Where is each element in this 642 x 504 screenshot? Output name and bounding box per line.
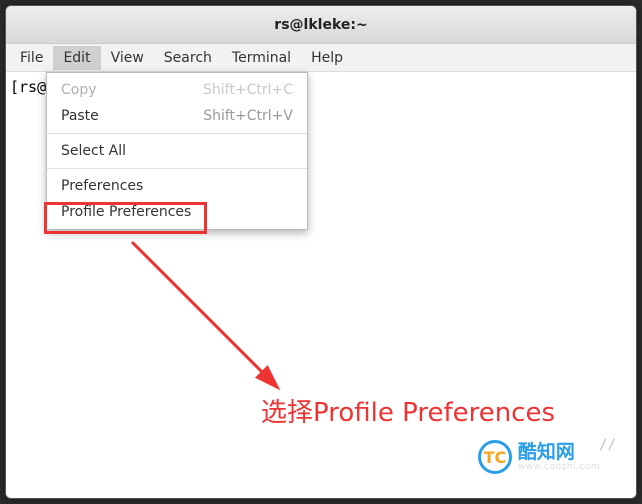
menu-file[interactable]: File [10,46,53,70]
watermark-icon: TC [478,440,512,474]
decorative-slashes: // [599,437,616,453]
annotation-text: 选择Profile Preferences [261,392,555,429]
dropdown-paste-shortcut: Shift+Ctrl+V [203,108,293,124]
dropdown-separator-2 [47,168,307,169]
menu-view[interactable]: View [101,46,154,70]
dropdown-select-all[interactable]: Select All [47,138,307,164]
edit-dropdown: Copy Shift+Ctrl+C Paste Shift+Ctrl+V Sel… [46,72,308,230]
menu-search[interactable]: Search [154,46,222,70]
watermark-logo: TC 酷知网 www.coozhi.com [478,440,600,474]
dropdown-select-all-label: Select All [61,143,126,159]
window-title: rs@lkleke:~ [274,17,367,33]
terminal-area[interactable]: [rs@l Copy Shift+Ctrl+C Paste Shift+Ctrl… [6,72,636,498]
dropdown-copy-label: Copy [61,82,97,98]
menu-help[interactable]: Help [301,46,353,70]
dropdown-separator-1 [47,133,307,134]
titlebar: rs@lkleke:~ [6,6,636,44]
dropdown-preferences-label: Preferences [61,178,143,194]
menu-edit[interactable]: Edit [53,46,100,70]
dropdown-copy-shortcut: Shift+Ctrl+C [203,82,293,98]
dropdown-profile-preferences-label: Profile Preferences [61,204,191,220]
menubar: File Edit View Search Terminal Help [6,44,636,72]
watermark-subtitle: www.coozhi.com [518,463,600,473]
annotation-arrow [124,234,304,414]
dropdown-paste-label: Paste [61,108,99,124]
dropdown-preferences[interactable]: Preferences [47,173,307,199]
watermark-title: 酷知网 [518,442,600,463]
dropdown-profile-preferences[interactable]: Profile Preferences [47,199,307,225]
menu-terminal[interactable]: Terminal [222,46,301,70]
dropdown-copy: Copy Shift+Ctrl+C [47,77,307,103]
terminal-window: rs@lkleke:~ File Edit View Search Termin… [5,5,637,499]
dropdown-paste[interactable]: Paste Shift+Ctrl+V [47,103,307,129]
